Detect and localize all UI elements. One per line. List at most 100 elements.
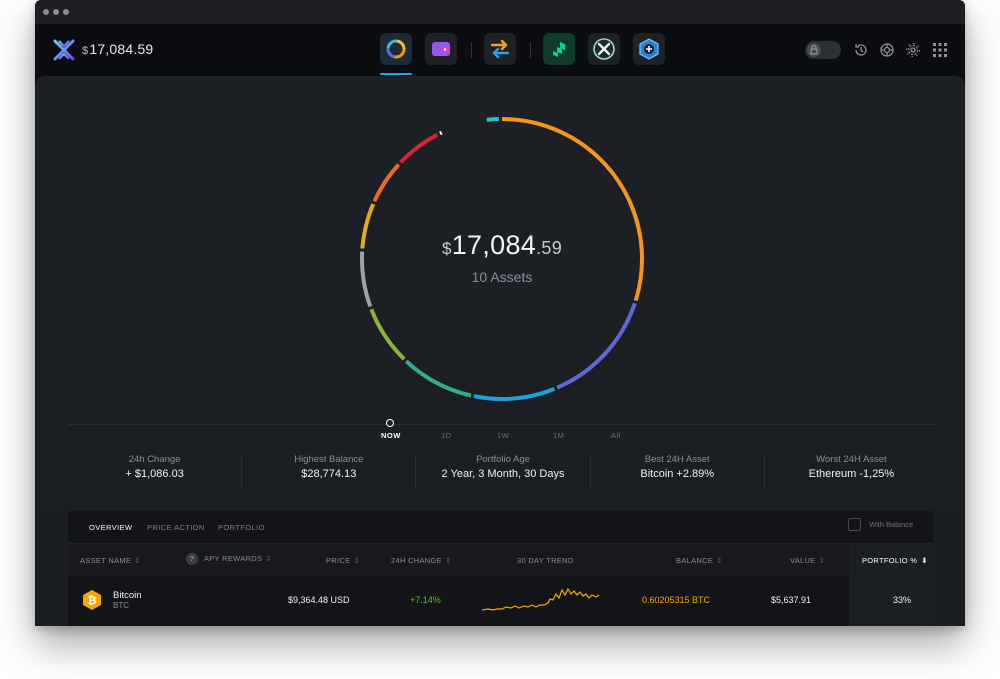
timeline-1w[interactable]: 1W [497,431,509,440]
apps-grid-icon[interactable] [932,42,948,58]
header-balance: $17,084.59 [82,41,153,57]
sort-icon: ⇕ [265,554,272,563]
sort-icon: ⇕ [353,556,361,565]
balance-main: 17,084 [451,230,537,260]
stat-label: Highest Balance [294,454,364,465]
portfolio-donut-icon [386,39,406,59]
help-icon[interactable]: ? [186,553,198,565]
col-30-day-trend: 30 DAY TREND [517,556,574,565]
stats-row: 24h Change + $1,086.03 Highest Balance $… [68,454,938,490]
stat-value: Ethereum -1,25% [808,468,895,480]
title-bar [35,0,965,24]
exodus-logo-icon[interactable] [53,39,75,61]
xchange-icon [593,38,615,60]
support-icon[interactable] [879,42,895,58]
history-icon[interactable] [853,42,869,58]
header-balance-value: 17,084.59 [89,41,154,57]
col-value[interactable]: VALUE ⇕ [790,556,825,565]
portfolio-app-button[interactable] [380,33,412,65]
tab-price-action[interactable]: PRICE ACTION [147,523,205,532]
col-asset-name[interactable]: ASSET NAME ⇕ [80,556,141,565]
wallet-app-button[interactable] [425,33,457,65]
add-app-icon [639,38,659,60]
col-balance[interactable]: BALANCE ⇕ [676,556,723,565]
table-header: ASSET NAME ⇕ ? APY REWARDS ⇕ PRICE ⇕ 24H CHA… [68,544,933,576]
lock-toggle[interactable] [805,41,841,59]
col-24h-change[interactable]: 24H CHANGE ⇕ [391,556,452,565]
exchange-app-button[interactable] [484,33,516,65]
divider [471,42,472,58]
col-portfolio-pct[interactable]: PORTFOLIO % ⬇ [862,556,928,565]
col-price[interactable]: PRICE ⇕ [326,556,360,565]
trend-sparkline [482,587,600,611]
window-dot[interactable] [63,9,69,15]
col-asset-name-label: ASSET NAME [80,556,132,565]
compound-icon [553,42,565,57]
timeline-1d[interactable]: 1D [441,431,452,440]
col-apy-label: APY REWARDS [204,554,263,563]
assets-count: 10 Assets [471,269,533,285]
settings-gear-icon[interactable] [905,42,921,58]
asset-price: $9,364.48 USD [288,595,350,605]
stat-label: Best 24H Asset [644,454,710,465]
sort-icon: ⇕ [134,556,141,565]
stat-label: Worst 24H Asset [816,454,887,465]
compound-app-button[interactable] [543,33,575,65]
col-trend-label: 30 DAY TREND [517,556,574,565]
asset-24h-change: +7.14% [410,595,441,605]
table-row[interactable]: ₿ Bitcoin BTC $9,364.48 USD +7.14% 0.602… [68,576,933,626]
with-balance-label: With Balance [869,520,914,529]
timeline-handle[interactable] [386,419,394,427]
divider [530,42,531,58]
with-balance-checkbox[interactable] [848,518,861,531]
col-pct-label: PORTFOLIO % [862,556,918,565]
assets-table: OVERVIEW PRICE ACTION PORTFOLIO With Bal… [68,511,933,626]
timeline-all[interactable]: All [611,431,621,440]
stat-label: 24h Change [128,454,181,465]
window-dot[interactable] [43,9,49,15]
table-tabs: OVERVIEW PRICE ACTION PORTFOLIO With Bal… [68,511,933,544]
window-dot[interactable] [53,9,59,15]
stat-highest-balance: Highest Balance $28,774.13 [242,454,417,490]
stat-best-asset: Best 24H Asset Bitcoin +2.89% [591,454,765,490]
asset-balance: 0.60205315 BTC [642,595,711,605]
header-currency-symbol: $ [82,45,89,57]
asset-portfolio-pct: 33% [893,595,912,605]
sort-desc-icon: ⬇ [921,556,928,565]
bitcoin-icon: ₿ [83,590,101,610]
col-balance-label: BALANCE [676,556,714,565]
sort-icon: ⇕ [444,556,452,565]
active-app-indicator [380,73,412,75]
col-apy-rewards[interactable]: ? APY REWARDS ⇕ [186,553,272,565]
toggle-knob [807,43,821,57]
stat-value: Bitcoin +2.89% [640,468,715,480]
lock-icon [810,45,818,55]
stat-label: Portfolio Age [476,454,530,465]
wallet-icon [432,42,450,56]
balance-decimals: .59 [536,238,563,258]
xchange-app-button[interactable] [588,33,620,65]
stat-value: $28,774.13 [301,468,357,480]
timeline-1m[interactable]: 1M [553,431,564,440]
stat-value: 2 Year, 3 Month, 30 Days [441,468,565,480]
app-window: $17,084.59 $17,084.59 10 Assets NOW 1D 1… [35,0,965,626]
svg-text:₿: ₿ [88,594,97,607]
portfolio-center-summary: $17,084.59 10 Assets [357,230,647,285]
window-controls[interactable] [43,9,69,15]
exchange-arrows-icon [490,39,510,59]
asset-name: Bitcoin [113,590,142,601]
add-app-button[interactable] [633,33,665,65]
sort-icon: ⇕ [818,556,826,565]
asset-value: $5,637.91 [771,595,812,605]
sort-icon: ⇕ [716,556,723,565]
stat-worst-asset: Worst 24H Asset Ethereum -1,25% [765,454,938,490]
top-bar: $17,084.59 [35,24,965,76]
tab-portfolio[interactable]: PORTFOLIO [218,523,265,532]
timeline-now[interactable]: NOW [381,431,401,440]
portfolio-total-balance: $17,084.59 [357,230,647,261]
col-change-label: 24H CHANGE [391,556,442,565]
with-balance-filter[interactable]: With Balance [848,518,913,531]
tab-overview[interactable]: OVERVIEW [89,523,133,532]
timeline-track [68,424,938,425]
col-value-label: VALUE [790,556,816,565]
